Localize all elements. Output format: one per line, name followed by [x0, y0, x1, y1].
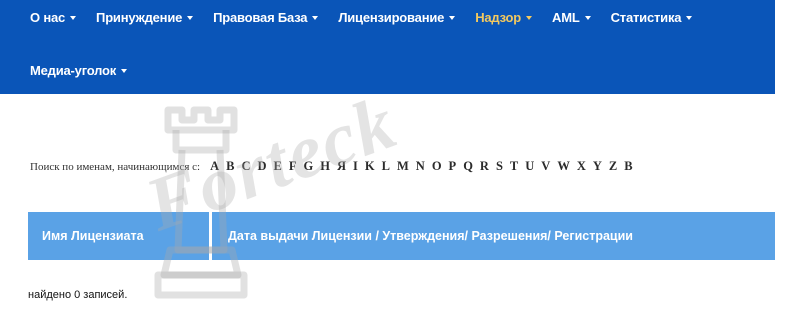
- nav-item-row1-2[interactable]: Правовая База: [213, 9, 319, 25]
- alphabet-letter-link[interactable]: S: [496, 159, 503, 173]
- nav-row-primary: О нас Принуждение Правовая База Лицензирова…: [30, 6, 712, 28]
- results-table-header: Имя Лицензиата Дата выдачи Лицензии / Ут…: [28, 212, 775, 260]
- alphabet-letter-link[interactable]: V: [541, 159, 550, 173]
- alphabet-letter-link[interactable]: O: [432, 159, 442, 173]
- nav-item-row1-0[interactable]: О нас: [30, 9, 77, 25]
- chevron-down-icon: [584, 16, 591, 20]
- alphabet-letter-link[interactable]: Q: [463, 159, 473, 173]
- alphabet-letter-link[interactable]: U: [525, 159, 534, 173]
- nav-item-label: Статистика: [610, 9, 682, 25]
- nav-item-label: Надзор: [475, 9, 522, 25]
- nav-item-label: Медиа-уголок: [30, 62, 117, 78]
- alphabet-letter-link[interactable]: B: [624, 159, 632, 173]
- alphabet-letter-link[interactable]: X: [577, 159, 586, 173]
- alphabet-letter-link[interactable]: Z: [609, 159, 617, 173]
- nav-item-label: Правовая База: [213, 9, 308, 25]
- alphabet-letter-link[interactable]: W: [557, 159, 570, 173]
- nav-item-row2-0[interactable]: Медиа-уголок: [30, 62, 128, 78]
- chevron-down-icon: [686, 16, 693, 20]
- nav-item-label: О нас: [30, 9, 66, 25]
- alphabet-letter-link[interactable]: T: [510, 159, 518, 173]
- chevron-down-icon: [449, 16, 456, 20]
- nav-item-row1-6[interactable]: Статистика: [611, 10, 693, 25]
- nav-item-row1-5[interactable]: AML: [552, 10, 591, 25]
- nav-item-label: Лицензирование: [338, 9, 445, 25]
- nav-item-row1-3[interactable]: Лицензирование: [338, 9, 456, 25]
- alphabet-letter-link[interactable]: P: [449, 159, 457, 173]
- nav-item-label: AML: [552, 9, 580, 25]
- chevron-down-icon: [70, 16, 77, 20]
- nav-item-row1-4[interactable]: Надзор: [475, 9, 533, 25]
- alphabet-letter-link[interactable]: R: [480, 159, 489, 173]
- chevron-down-icon: [526, 16, 533, 20]
- alphabet-letter-link[interactable]: Y: [593, 159, 602, 173]
- column-header-issue-date[interactable]: Дата выдачи Лицензии / Утверждения/ Разр…: [212, 212, 775, 260]
- chevron-down-icon: [312, 16, 319, 20]
- alphabet-letter-link[interactable]: N: [416, 159, 425, 173]
- chevron-down-icon: [121, 69, 128, 73]
- records-count: найдено 0 записей.: [28, 289, 128, 301]
- page: О нас Принуждение Правовая База Лицензирова…: [0, 0, 800, 330]
- nav-row-secondary: Медиа-уголок: [30, 59, 147, 81]
- nav-item-label: Принуждение: [96, 9, 183, 25]
- chevron-down-icon: [187, 16, 194, 20]
- main-navbar: О нас Принуждение Правовая База Лицензирова…: [0, 0, 775, 94]
- nav-item-row1-1[interactable]: Принуждение: [96, 9, 194, 25]
